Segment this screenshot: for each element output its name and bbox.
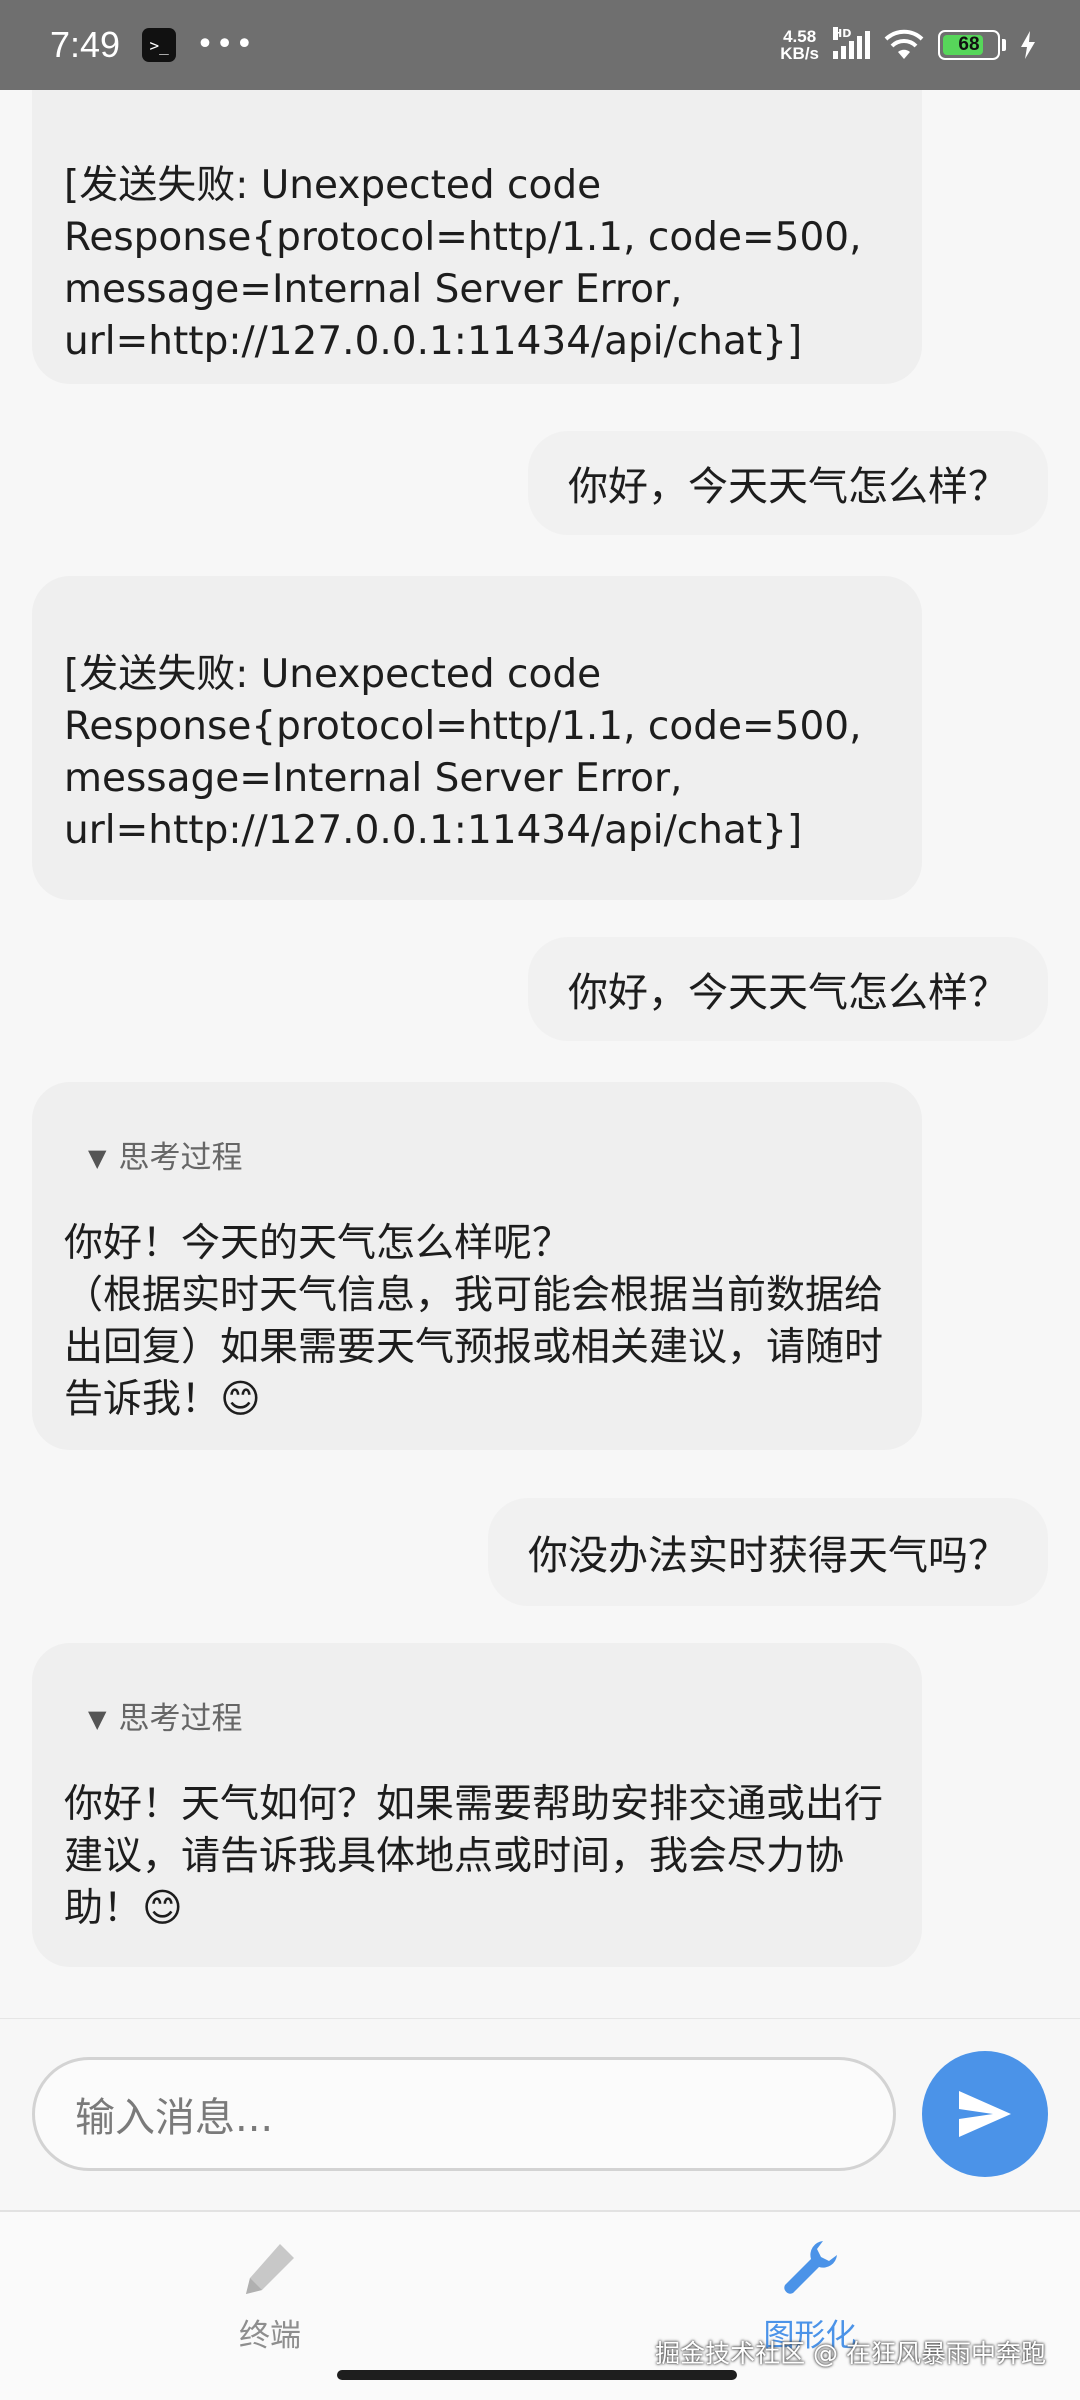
send-button[interactable] — [922, 2051, 1048, 2177]
send-icon — [959, 2091, 1011, 2137]
collapse-triangle-icon: ▼ — [88, 1705, 107, 1733]
thinking-process-label: 思考过程 — [118, 1140, 243, 1176]
message-input[interactable]: 输入消息... — [32, 2057, 896, 2171]
collapse-triangle-icon: ▼ — [88, 1144, 107, 1172]
nav-tab-terminal[interactable]: 终端 — [150, 2232, 390, 2355]
status-time: 7:49 — [50, 24, 121, 65]
status-bar: 7:49 >_ ••• 4.58 KB/s HD 68 — [0, 0, 1080, 90]
ai-message-bubble: ▼ 思考过程 你好！今天的天气怎么样呢？ （根据实时天气信息，我可能会根据当前数… — [32, 1082, 922, 1450]
message-text: [发送失败: Unexpected code Response{protocol… — [64, 163, 862, 364]
terminal-app-icon: >_ — [142, 28, 177, 62]
message-text: 你好，今天天气怎么样？ — [568, 464, 1008, 510]
message-composer: 输入消息... — [0, 2018, 1080, 2210]
message-text: 你好，今天天气怎么样？ — [568, 970, 1008, 1016]
ai-message-bubble: [发送失败: Unexpected code Response{protocol… — [32, 576, 922, 900]
message-text: 你好！今天的天气怎么样呢？ （根据实时天气信息，我可能会根据当前数据给 出回复）… — [64, 1221, 884, 1422]
message-text: [发送失败: Unexpected code Response{protocol… — [64, 652, 862, 853]
user-message-bubble: 你好，今天天气怎么样？ — [528, 431, 1048, 535]
message-text: 你没办法实时获得天气吗？ — [528, 1533, 1008, 1579]
battery-icon: 68 — [938, 30, 1000, 60]
message-input-placeholder: 输入消息... — [75, 2095, 274, 2141]
ai-message-bubble: ▼ 思考过程 你好！天气如何？如果需要帮助安排交通或出行 建议，请告诉我具体地点… — [32, 1643, 922, 1967]
status-indicators: 4.58 KB/s HD 68 — [780, 0, 1036, 90]
network-speed-value: 4.58 — [783, 27, 817, 46]
charging-icon — [1021, 31, 1035, 59]
ai-message-bubble: [发送失败: Unexpected code Response{protocol… — [32, 90, 922, 384]
chat-message-list[interactable]: [发送失败: Unexpected code Response{protocol… — [0, 90, 1080, 2018]
user-message-bubble: 你好，今天天气怎么样？ — [528, 937, 1048, 1041]
pencil-icon — [246, 2244, 294, 2294]
thinking-process-toggle[interactable]: ▼ 思考过程 — [88, 1693, 890, 1745]
network-speed-unit: KB/s — [780, 44, 819, 63]
user-message-bubble: 你没办法实时获得天气吗？ — [488, 1498, 1048, 1606]
hd-label: HD — [833, 27, 852, 40]
network-speed: 4.58 KB/s — [780, 28, 819, 62]
more-notifications-icon: ••• — [196, 27, 256, 62]
wrench-icon — [784, 2241, 837, 2294]
home-indicator[interactable] — [337, 2370, 737, 2380]
watermark: 掘金技术社区 @ 在狂风暴雨中奔跑 — [655, 2339, 1046, 2368]
thinking-process-label: 思考过程 — [118, 1701, 243, 1737]
nav-tab-terminal-label: 终端 — [239, 2318, 301, 2354]
thinking-process-toggle[interactable]: ▼ 思考过程 — [88, 1132, 890, 1184]
message-text: 你好！天气如何？如果需要帮助安排交通或出行 建议，请告诉我具体地点或时间，我会尽… — [64, 1782, 884, 1931]
cellular-signal-icon: HD — [833, 27, 870, 59]
battery-level: 68 — [958, 34, 980, 55]
wifi-icon — [884, 29, 924, 59]
